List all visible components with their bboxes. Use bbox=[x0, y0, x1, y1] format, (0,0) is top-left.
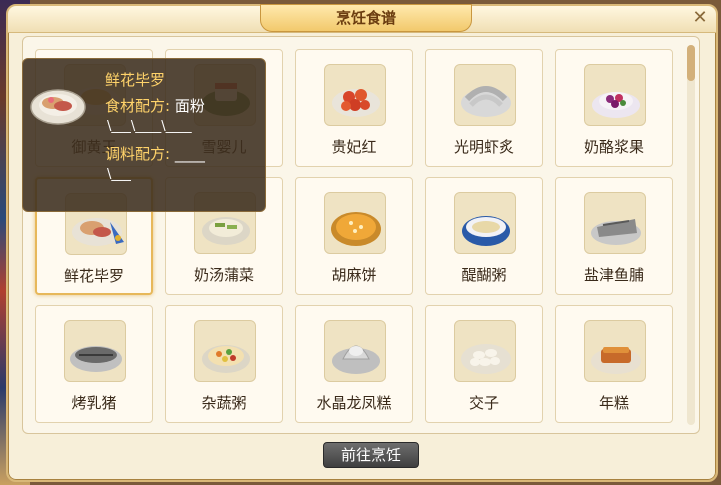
recipe-name: 盐津鱼脯 bbox=[583, 266, 644, 284]
dish-image bbox=[324, 64, 386, 126]
recipe-card[interactable]: 交子 bbox=[425, 305, 543, 423]
dish-image bbox=[324, 192, 386, 254]
scrollbar[interactable] bbox=[687, 45, 695, 425]
recipe-name: 贵妃红 bbox=[331, 138, 377, 156]
dish-image bbox=[454, 192, 516, 254]
recipe-name: 奶汤蒲菜 bbox=[193, 266, 254, 284]
dish-image bbox=[64, 320, 126, 382]
crystal-dish-icon bbox=[332, 345, 380, 374]
scroll-thumb[interactable] bbox=[687, 45, 695, 81]
porridge-dish-icon bbox=[462, 216, 510, 246]
recipe-card[interactable]: 杂蔬粥 bbox=[165, 305, 283, 423]
recipe-name: 年糕 bbox=[598, 394, 629, 412]
dumpling-dish-icon bbox=[461, 344, 511, 374]
seasoning-row: 调料配方: ____ bbox=[105, 143, 205, 164]
ingredient-blanks: \___\____\____ bbox=[107, 119, 192, 134]
recipe-name: 水晶龙凤糕 bbox=[316, 394, 392, 412]
window-title: 烹饪食谱 bbox=[260, 4, 472, 32]
seasoning-label: 调料配方: bbox=[105, 145, 171, 163]
berry-dish-icon bbox=[592, 92, 640, 118]
seasoning-blanks: ____ bbox=[174, 145, 205, 163]
close-icon[interactable]: ✕ bbox=[690, 8, 710, 28]
flower-bilo-dish-icon bbox=[30, 89, 86, 125]
pig-dish-icon bbox=[70, 346, 122, 372]
dish-image bbox=[584, 192, 646, 254]
recipe-name: 交子 bbox=[468, 394, 499, 412]
red-dish-icon bbox=[332, 89, 380, 117]
title-bar: 烹饪食谱 ✕ bbox=[8, 4, 716, 33]
recipe-card[interactable]: 奶酪浆果 bbox=[555, 49, 673, 167]
recipe-name: 鲜花毕罗 bbox=[63, 267, 124, 285]
dish-image bbox=[454, 320, 516, 382]
dish-image bbox=[324, 320, 386, 382]
ingredient-value: 面粉 bbox=[174, 97, 205, 115]
recipe-name: 烤乳猪 bbox=[71, 394, 117, 412]
recipe-card[interactable]: 胡麻饼 bbox=[295, 177, 413, 295]
recipe-card[interactable]: 水晶龙凤糕 bbox=[295, 305, 413, 423]
go-cook-button[interactable]: 前往烹饪 bbox=[323, 442, 419, 468]
recipe-name: 杂蔬粥 bbox=[201, 394, 247, 412]
recipe-name: 奶酪浆果 bbox=[583, 138, 644, 156]
dish-image bbox=[194, 320, 256, 382]
recipe-card[interactable]: 年糕 bbox=[555, 305, 673, 423]
recipe-card[interactable]: 光明虾炙 bbox=[425, 49, 543, 167]
recipe-card[interactable]: 盐津鱼脯 bbox=[555, 177, 673, 295]
recipe-card[interactable]: 醍醐粥 bbox=[425, 177, 543, 295]
tooltip-dish-name: 鲜花毕罗 bbox=[105, 71, 166, 89]
dish-image bbox=[584, 64, 646, 126]
ingredient-label: 食材配方: bbox=[105, 97, 171, 115]
recipe-card[interactable]: 贵妃红 bbox=[295, 49, 413, 167]
recipe-name: 胡麻饼 bbox=[331, 266, 377, 284]
recipe-tooltip: 鲜花毕罗 食材配方: 面粉 \___\____\____ 调料配方: ____ … bbox=[22, 58, 266, 212]
seasoning-blanks-2: \___ bbox=[107, 167, 131, 182]
fish-dish-icon bbox=[591, 219, 641, 245]
recipe-name: 光明虾炙 bbox=[453, 138, 514, 156]
recipe-card[interactable]: 烤乳猪 bbox=[35, 305, 153, 423]
veg-dish-icon bbox=[202, 345, 250, 373]
ingredient-row: 食材配方: 面粉 bbox=[105, 95, 205, 116]
pie-dish-icon bbox=[331, 212, 381, 246]
dish-image bbox=[454, 64, 516, 126]
recipe-name: 醍醐粥 bbox=[461, 266, 507, 284]
shrimp-dish-icon bbox=[461, 86, 511, 117]
dish-image bbox=[584, 320, 646, 382]
niangao-dish-icon bbox=[591, 347, 641, 374]
